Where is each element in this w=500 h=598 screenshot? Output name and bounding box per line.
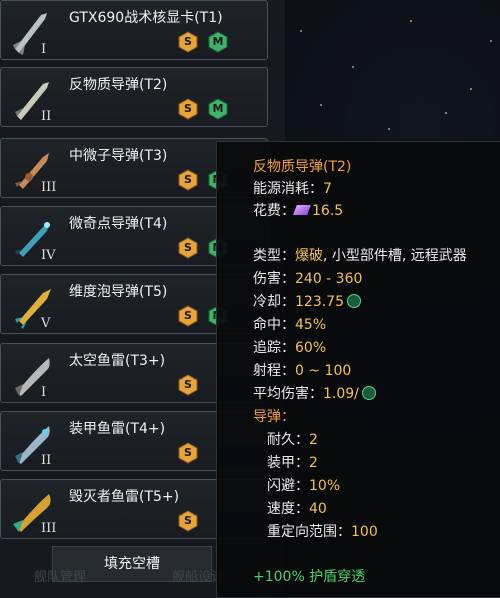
- avg-damage-row: 平均伤害：1.09/: [253, 383, 376, 403]
- weapon-name: 中微子导弹(T3): [69, 148, 168, 164]
- speed-row: 速度：40: [267, 501, 327, 517]
- size-s-badge: S: [177, 510, 199, 532]
- weapon-name: GTX690战术核显卡(T1): [69, 10, 223, 26]
- size-m-badge: M: [207, 98, 229, 120]
- tier-numeral: I: [41, 385, 47, 400]
- tier-numeral: II: [41, 453, 52, 468]
- size-s-badge: S: [177, 305, 199, 327]
- tier-numeral: IV: [41, 248, 56, 263]
- time-icon: [361, 386, 376, 400]
- size-s-badge: S: [177, 374, 199, 396]
- evasion-row: 闪避：10%: [267, 478, 341, 494]
- tier-numeral: V: [41, 316, 51, 331]
- tier-numeral: III: [41, 180, 57, 195]
- hp-row: 耐久：2: [267, 432, 318, 448]
- weapon-tooltip: 反物质导弹(T2) 能源消耗：7 花费： 16.5 类型：爆破, 小型部件槽, 远…: [216, 141, 500, 598]
- tracking-row: 追踪：60%: [253, 340, 327, 356]
- cooldown-row: 冷却：123.75: [253, 291, 361, 311]
- weapon-name: 维度泡导弹(T5): [69, 284, 168, 300]
- energy-row: 能源消耗：7: [253, 181, 332, 197]
- torpedo-icon: [15, 358, 50, 396]
- weapon-item-gtx690[interactable]: I GTX690战术核显卡(T1) S M: [0, 0, 268, 60]
- range-row: 射程：0 ~ 100: [253, 363, 352, 379]
- size-m-badge: M: [207, 31, 229, 53]
- armor-row: 装甲：2: [267, 455, 318, 471]
- weapon-name: 装甲鱼雷(T4+): [69, 421, 166, 437]
- size-s-badge: S: [177, 98, 199, 120]
- tier-numeral: I: [41, 42, 47, 57]
- weapon-name: 反物质导弹(T2): [69, 77, 168, 93]
- tooltip-title: 反物质导弹(T2): [253, 159, 352, 175]
- crystal-icon: [293, 205, 311, 215]
- shield-penetration: +100% 护盾穿透: [253, 569, 366, 585]
- size-s-badge: S: [177, 31, 199, 53]
- time-icon: [347, 294, 361, 308]
- size-s-badge: S: [177, 169, 199, 191]
- tier-numeral: II: [41, 109, 52, 124]
- weapon-name: 微奇点导弹(T4): [69, 216, 168, 232]
- weapon-name: 太空鱼雷(T3+): [69, 353, 166, 369]
- size-s-badge: S: [177, 237, 199, 259]
- missile-icon: [15, 289, 51, 329]
- size-s-badge: S: [177, 442, 199, 464]
- missile-section-label: 导弹：: [253, 409, 295, 425]
- weapon-name: 毁灭者鱼雷(T5+): [69, 489, 180, 505]
- tab-fleet-management[interactable]: 舰队管理: [34, 566, 86, 585]
- accuracy-row: 命中：45%: [253, 317, 327, 333]
- retarget-row: 重定向范围：100: [267, 524, 378, 540]
- type-row: 类型：爆破, 小型部件槽, 远程武器: [253, 248, 467, 264]
- missile-icon: [13, 13, 47, 55]
- damage-row: 伤害：240 - 360: [253, 271, 363, 287]
- weapon-item-antimatter-missile[interactable]: II 反物质导弹(T2) S M: [0, 67, 268, 127]
- tier-numeral: III: [41, 521, 57, 536]
- cost-row: 花费： 16.5: [253, 203, 344, 219]
